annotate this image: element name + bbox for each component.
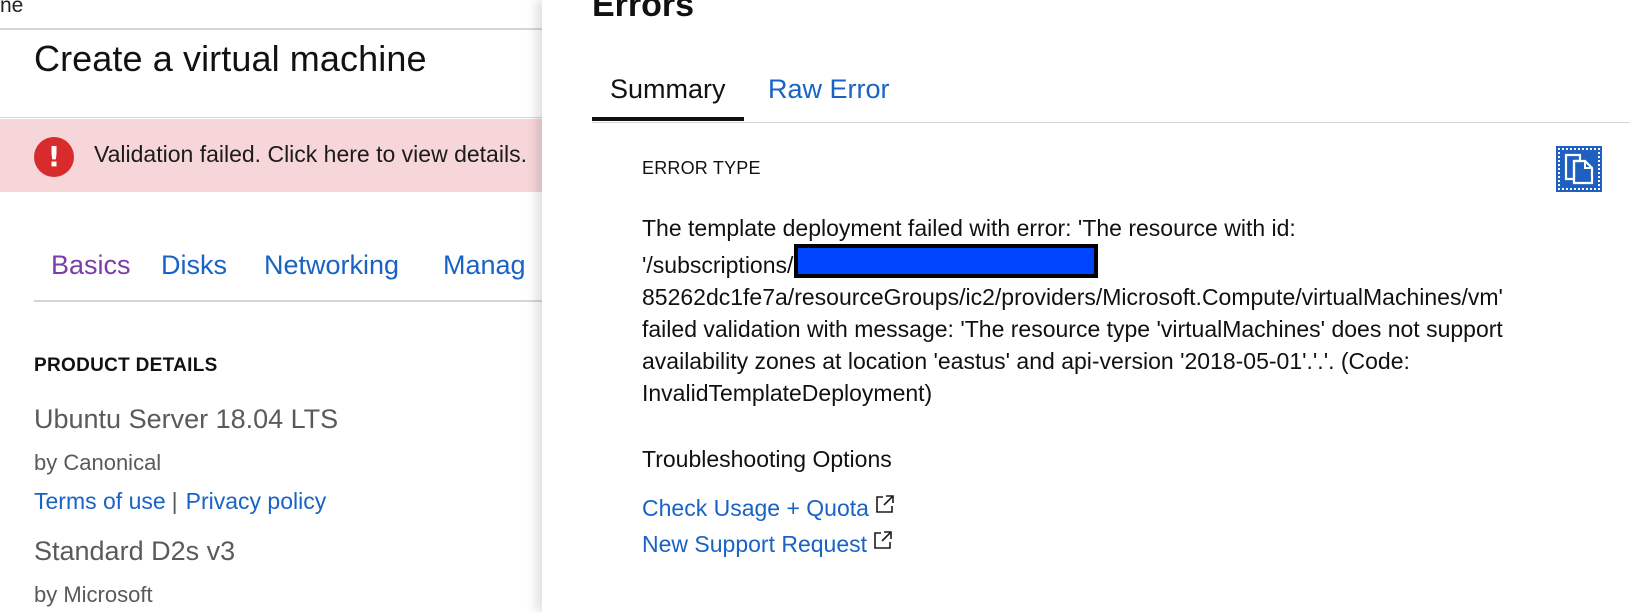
link-separator: | xyxy=(171,488,178,514)
tab-basics[interactable]: Basics xyxy=(51,250,131,281)
new-support-request-label[interactable]: New Support Request xyxy=(642,531,867,557)
error-message: The template deployment failed with erro… xyxy=(642,212,1602,409)
check-usage-quota-link[interactable]: Check Usage + Quota xyxy=(642,494,895,522)
errors-tabs-divider xyxy=(592,122,1630,123)
error-type-label: ERROR TYPE xyxy=(642,158,761,178)
tab-raw-error[interactable]: Raw Error xyxy=(768,74,890,105)
troubleshooting-heading: Troubleshooting Options xyxy=(642,446,892,472)
external-link-icon xyxy=(876,495,894,513)
product-publisher: by Canonical xyxy=(34,450,162,475)
tabs-divider xyxy=(34,300,542,302)
copy-icon xyxy=(1564,153,1594,185)
error-message-line: 85262dc1fe7a/resourceGroups/ic2/provider… xyxy=(642,284,1503,310)
check-usage-quota-label[interactable]: Check Usage + Quota xyxy=(642,495,869,521)
tab-networking[interactable]: Networking xyxy=(264,250,399,281)
create-vm-blade: ne Create a virtual machine ! Validation… xyxy=(0,0,542,612)
new-support-request-link[interactable]: New Support Request xyxy=(642,530,893,558)
tab-disks[interactable]: Disks xyxy=(161,250,227,281)
vm-size-publisher: by Microsoft xyxy=(34,582,153,607)
product-details-heading: PRODUCT DETAILS xyxy=(34,355,218,376)
active-tab-indicator xyxy=(592,117,744,121)
error-message-text: '/subscriptions/ xyxy=(642,252,794,278)
title-divider xyxy=(0,117,542,118)
error-message-line: The template deployment failed with erro… xyxy=(642,215,1296,241)
breadcrumb-divider xyxy=(0,28,542,30)
copy-button[interactable] xyxy=(1556,146,1602,192)
product-name: Ubuntu Server 18.04 LTS xyxy=(34,404,339,434)
product-links: Terms of use | Privacy policy xyxy=(34,488,326,515)
validation-error-text[interactable]: Validation failed. Click here to view de… xyxy=(94,141,527,168)
error-message-line: '/subscriptions/ xyxy=(642,244,1602,281)
page-title: Create a virtual machine xyxy=(34,38,427,79)
tab-summary[interactable]: Summary xyxy=(610,74,726,105)
redacted-subscription-id xyxy=(794,244,1099,278)
privacy-policy-link[interactable]: Privacy policy xyxy=(186,488,327,514)
error-message-line: failed validation with message: 'The res… xyxy=(642,316,1503,342)
error-icon: ! xyxy=(34,137,74,177)
error-message-line: InvalidTemplateDeployment) xyxy=(642,380,933,406)
error-message-line: availability zones at location 'eastus' … xyxy=(642,348,1410,374)
vm-size-name: Standard D2s v3 xyxy=(34,536,236,566)
tab-management[interactable]: Manag xyxy=(443,250,526,281)
breadcrumb[interactable]: ne xyxy=(0,0,23,18)
errors-title: Errors xyxy=(592,0,695,24)
external-link-icon xyxy=(874,531,892,549)
validation-error-banner[interactable]: ! Validation failed. Click here to view … xyxy=(0,119,542,192)
terms-of-use-link[interactable]: Terms of use xyxy=(34,488,166,514)
errors-blade: Errors Summary Raw Error ERROR TYPE The … xyxy=(542,0,1630,612)
